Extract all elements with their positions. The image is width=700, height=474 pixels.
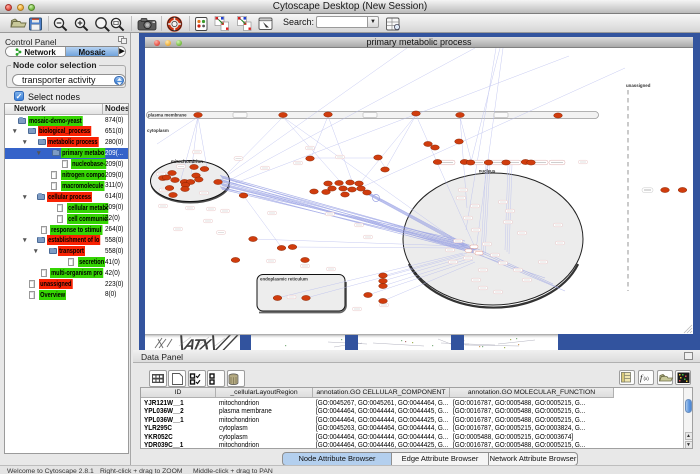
svg-text:unassigned: unassigned bbox=[626, 83, 651, 88]
svg-text:cytoplasm: cytoplasm bbox=[147, 128, 169, 133]
svg-text:nucleus: nucleus bbox=[479, 169, 496, 174]
svg-text:plasma membrane: plasma membrane bbox=[148, 113, 187, 118]
svg-text:╲ATX╲╱╱: ╲ATX╲╱╱ bbox=[171, 334, 239, 350]
svg-text:endoplasmic reticulum: endoplasmic reticulum bbox=[260, 277, 308, 282]
svg-text:mitochondrion: mitochondrion bbox=[171, 159, 203, 164]
svg-text:(x): (x) bbox=[644, 376, 650, 381]
